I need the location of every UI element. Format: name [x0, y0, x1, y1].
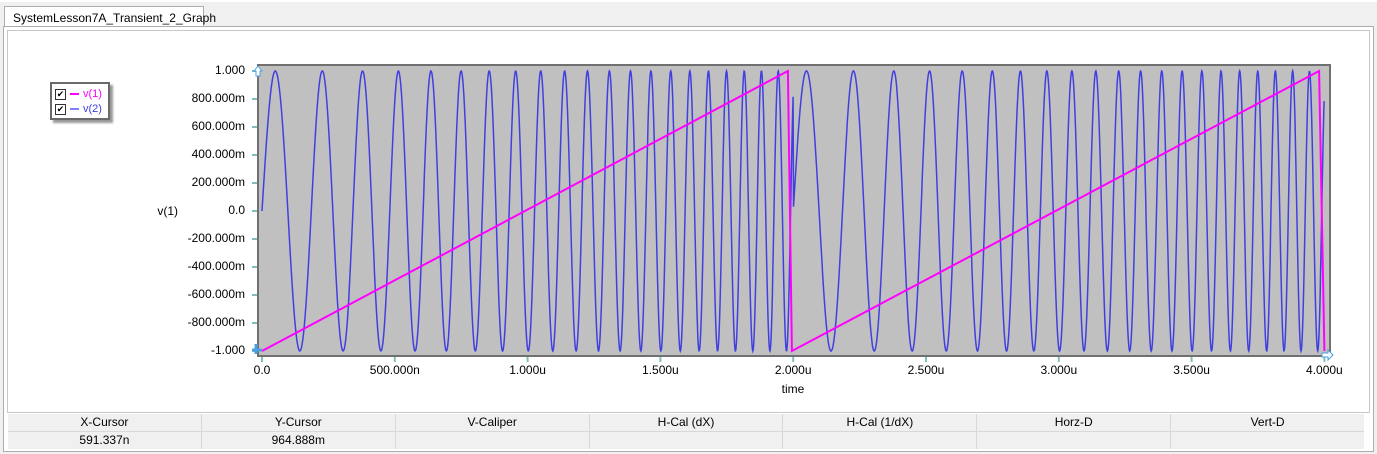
- legend-item-v1[interactable]: ✔ v(1): [55, 87, 102, 101]
- legend-label: v(1): [83, 88, 102, 100]
- cursor-table-header: Y-Cursor: [202, 414, 396, 431]
- y-tick-label: 400.000m: [191, 147, 245, 161]
- y-tick-label: -600.000m: [187, 287, 245, 301]
- x-tick-label: 0.0: [253, 363, 271, 377]
- legend: ✔ v(1) ✔ v(2): [50, 82, 110, 120]
- cursor-table: X-Cursor Y-Cursor V-Caliper H-Cal (dX) H-Cal…: [8, 414, 1364, 449]
- cursor-table-header: H-Cal (1/dX): [783, 414, 978, 431]
- y-tick-label: 200.000m: [191, 175, 245, 189]
- x-tick-label: 3.500u: [1173, 363, 1210, 377]
- x-tick-label: 1.000u: [509, 363, 546, 377]
- cursor-table-header: V-Caliper: [396, 414, 590, 431]
- checkbox-v2[interactable]: ✔: [55, 103, 66, 115]
- x-tick-label: 3.000u: [1040, 363, 1078, 377]
- cursor-table-value: [783, 432, 978, 449]
- y-axis-title: v(1): [157, 204, 178, 218]
- y-tick-label: -200.000m: [187, 231, 245, 245]
- y-tick-label: 800.000m: [191, 91, 245, 105]
- legend-swatch: [70, 108, 79, 110]
- cursor-table-header: X-Cursor: [8, 414, 202, 431]
- cursor-table-value: 591.337n: [8, 432, 202, 449]
- cursor-table-value: [977, 432, 1172, 449]
- cursor-table-header: Horz-D: [977, 414, 1172, 431]
- cursor-table-header: H-Cal (dX): [590, 414, 784, 431]
- cursor-table-value: [590, 432, 784, 449]
- cursor-table-header: Vert-D: [1250, 415, 1285, 429]
- checkbox-v1[interactable]: ✔: [55, 88, 66, 100]
- y-tick-label: 600.000m: [191, 119, 245, 133]
- cursor-table-value: [396, 432, 590, 449]
- x-tick-label: 2.500u: [907, 363, 945, 377]
- legend-item-v2[interactable]: ✔ v(2): [55, 102, 102, 116]
- cursor-table-value: [1171, 432, 1364, 449]
- legend-swatch: [70, 93, 79, 95]
- y-tick-label: 1.000: [214, 63, 245, 77]
- legend-label: v(2): [83, 103, 102, 115]
- y-tick-label: -400.000m: [187, 259, 245, 273]
- x-tick-label: 4.000u: [1306, 363, 1343, 377]
- x-axis-title: time: [781, 382, 805, 396]
- y-tick-label: -800.000m: [187, 315, 245, 329]
- x-tick-label: 2.000u: [774, 363, 812, 377]
- x-tick-label: 1.500u: [642, 363, 679, 377]
- x-tick-label: 500.000n: [369, 363, 420, 377]
- y-tick-label: -1.000: [210, 343, 245, 357]
- cursor-table-value: 964.888m: [202, 432, 396, 449]
